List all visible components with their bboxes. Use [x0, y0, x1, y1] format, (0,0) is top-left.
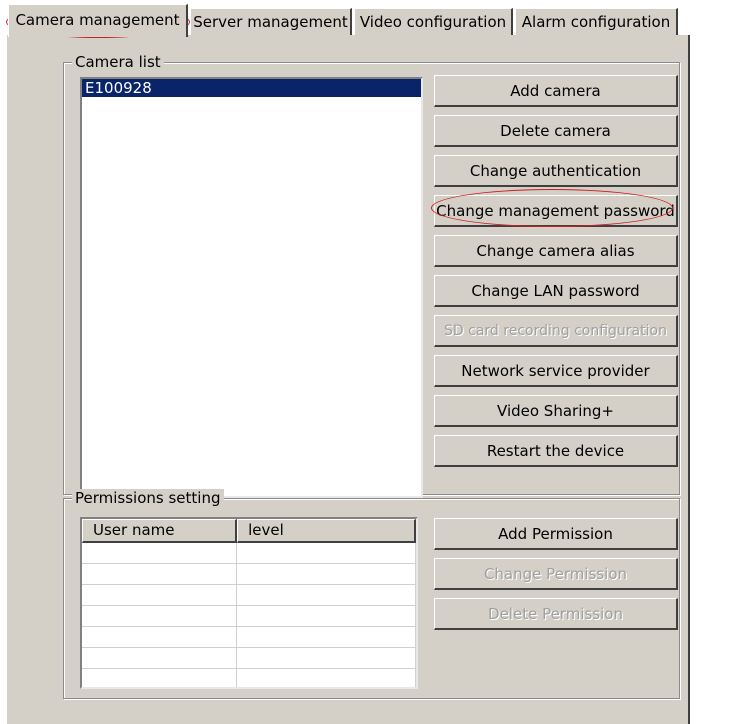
table-cell [82, 669, 238, 687]
network-service-provider-button[interactable]: Network service provider [434, 355, 678, 387]
column-header-level[interactable]: level [237, 519, 416, 543]
tab-video-configuration[interactable]: Video configuration [354, 8, 513, 35]
camera-list-title: Camera list [72, 53, 164, 71]
delete-camera-button[interactable]: Delete camera [434, 115, 678, 147]
change-authentication-button[interactable]: Change authentication [434, 155, 678, 187]
tab-server-management[interactable]: Server management [190, 8, 352, 35]
tab-camera-management[interactable]: Camera management [8, 4, 188, 37]
table-header: User name level [82, 519, 416, 543]
table-cell [237, 585, 416, 606]
change-management-password-button[interactable]: Change management password [434, 195, 678, 227]
table-cell [237, 543, 416, 564]
table-row [82, 543, 416, 564]
table-row [82, 627, 416, 648]
table-cell [82, 564, 238, 585]
change-lan-password-button[interactable]: Change LAN password [434, 275, 678, 307]
change-permission-button[interactable]: Change Permission [434, 558, 678, 590]
camera-listbox[interactable]: E100928 [80, 77, 423, 498]
sd-card-recording-configuration-button[interactable]: SD card recording configuration [434, 315, 678, 347]
table-row [82, 606, 416, 627]
table-cell [237, 648, 416, 669]
permissions-table[interactable]: User name level [80, 517, 418, 689]
add-permission-button[interactable]: Add Permission [434, 518, 678, 550]
delete-permission-button[interactable]: Delete Permission [434, 598, 678, 630]
change-camera-alias-button[interactable]: Change camera alias [434, 235, 678, 267]
table-row [82, 564, 416, 585]
table-cell [82, 648, 238, 669]
video-sharing-button[interactable]: Video Sharing+ [434, 395, 678, 427]
column-header-user-name[interactable]: User name [82, 519, 238, 543]
table-cell [82, 606, 238, 627]
table-row [82, 585, 416, 606]
add-camera-button[interactable]: Add camera [434, 75, 678, 107]
tab-alarm-configuration[interactable]: Alarm configuration [515, 8, 678, 35]
table-cell [82, 543, 238, 564]
table-row [82, 648, 416, 669]
table-cell [237, 564, 416, 585]
tab-panel: Camera list E100928 Add camera Delete ca… [6, 35, 690, 724]
camera-list-item[interactable]: E100928 [82, 79, 421, 97]
table-cell [237, 627, 416, 648]
table-cell [237, 669, 416, 687]
tab-strip: Camera management Server management Vide… [0, 0, 754, 37]
table-cell [237, 606, 416, 627]
table-row [82, 669, 416, 687]
restart-device-button[interactable]: Restart the device [434, 435, 678, 467]
table-cell [82, 585, 238, 606]
permissions-title: Permissions setting [72, 489, 224, 507]
table-cell [82, 627, 238, 648]
